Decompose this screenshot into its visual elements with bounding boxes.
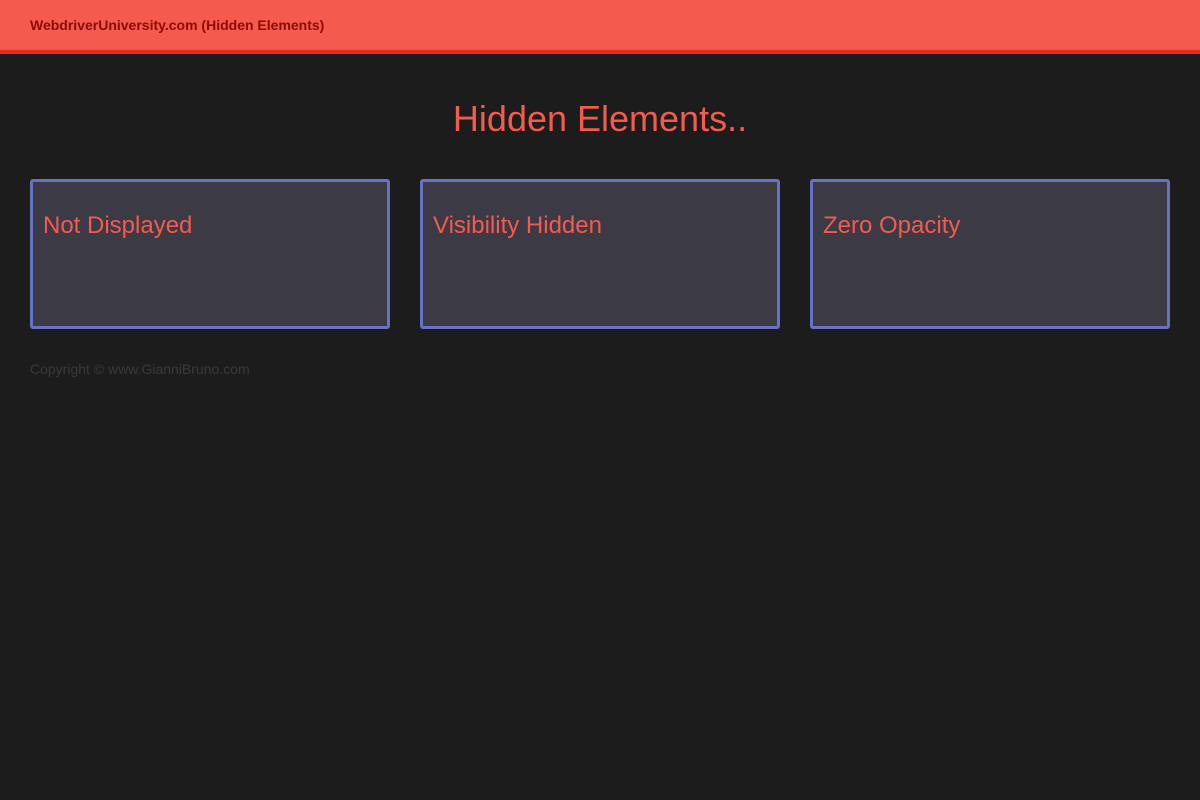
card-not-displayed: Not Displayed [30, 179, 390, 329]
card-visibility-hidden: Visibility Hidden [420, 179, 780, 329]
card-title: Visibility Hidden [433, 212, 602, 239]
footer-copyright: Copyright © www.GianniBruno.com [30, 361, 250, 377]
card-zero-opacity: Zero Opacity [810, 179, 1170, 329]
navbar: WebdriverUniversity.com (Hidden Elements… [0, 0, 1200, 54]
brand-link[interactable]: WebdriverUniversity.com (Hidden Elements… [30, 17, 324, 33]
card-title: Zero Opacity [823, 212, 961, 239]
card-title: Not Displayed [43, 212, 193, 239]
page-title: Hidden Elements.. [452, 98, 748, 139]
cards-row: Not Displayed Visibility Hidden Zero Opa… [30, 179, 1170, 329]
